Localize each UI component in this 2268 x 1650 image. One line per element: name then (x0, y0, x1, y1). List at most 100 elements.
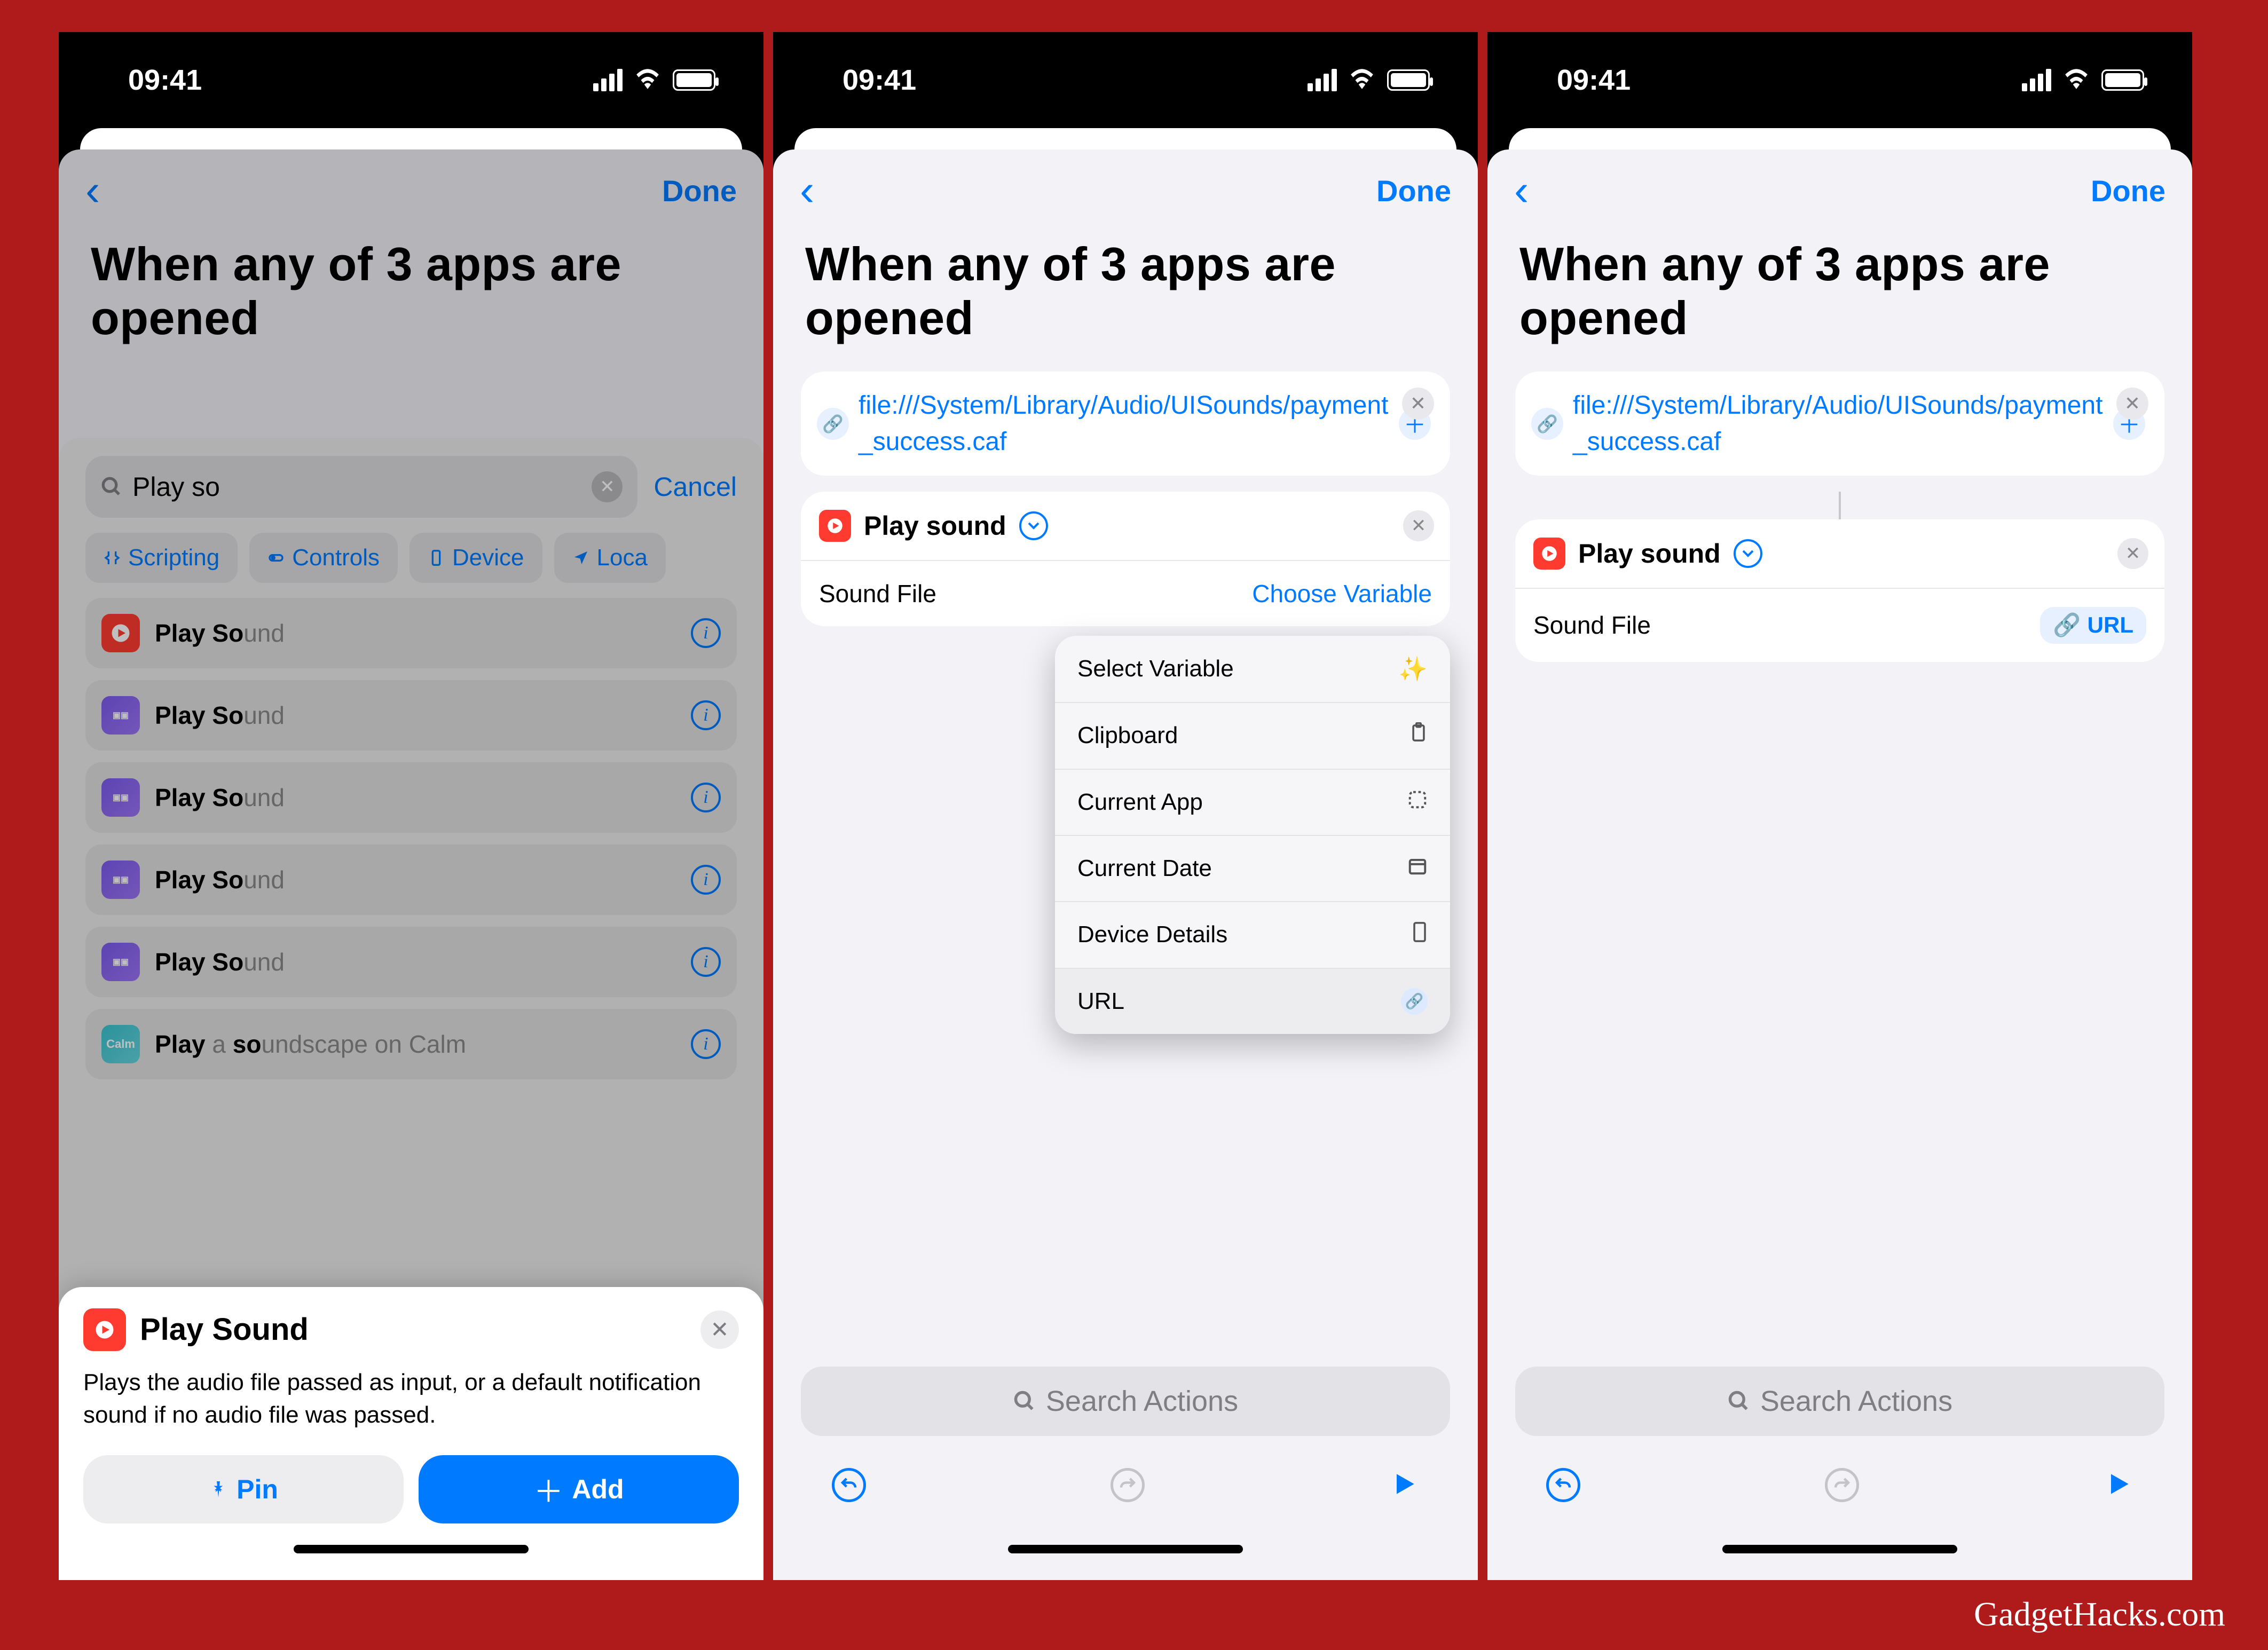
back-button[interactable]: ‹ (800, 165, 814, 216)
battery-icon (2101, 69, 2144, 91)
ctx-device-details[interactable]: Device Details (1055, 902, 1450, 969)
remove-action-icon[interactable]: ✕ (2117, 538, 2148, 569)
clear-search-icon[interactable]: ✕ (592, 471, 623, 502)
done-button[interactable]: Done (662, 173, 737, 208)
wand-icon: ✨ (1398, 655, 1428, 683)
info-icon[interactable]: i (691, 1029, 721, 1059)
watermark: GadgetHacks.com (1974, 1594, 2225, 1634)
redo-button[interactable] (1111, 1468, 1145, 1502)
pin-button[interactable]: Pin (83, 1455, 404, 1523)
param-label: Sound File (819, 579, 936, 608)
ctx-current-app[interactable]: Current App (1055, 770, 1450, 836)
url-action-card[interactable]: 🔗 file:///System/Library/Audio/UISounds/… (1515, 372, 2164, 475)
result-play-sound[interactable]: Play Sound i (85, 598, 737, 668)
search-text: Play so (132, 471, 220, 502)
calendar-icon (1407, 855, 1428, 882)
ctx-clipboard[interactable]: Clipboard (1055, 703, 1450, 770)
back-button[interactable]: ‹ (1514, 165, 1529, 216)
add-button[interactable]: ＋Add (419, 1455, 739, 1523)
remove-action-icon[interactable]: ✕ (1403, 510, 1434, 541)
clipboard-icon (1409, 722, 1428, 749)
remove-action-icon[interactable]: ✕ (1402, 388, 1434, 420)
undo-button[interactable] (832, 1468, 866, 1502)
play-sound-app-icon (83, 1308, 126, 1351)
app-icon: ▣▣ (101, 696, 140, 735)
home-indicator[interactable] (294, 1545, 529, 1553)
variable-context-menu: Select Variable✨ Clipboard Current App C… (1055, 636, 1450, 1034)
expand-icon[interactable] (1019, 511, 1048, 540)
remove-action-icon[interactable]: ✕ (2116, 388, 2148, 420)
url-action-card[interactable]: 🔗 file:///System/Library/Audio/UISounds/… (801, 372, 1450, 475)
redo-button[interactable] (1825, 1468, 1859, 1502)
url-text[interactable]: file:///System/Library/Audio/UISounds/pa… (1573, 388, 2104, 459)
url-variable-pill[interactable]: 🔗URL (2040, 607, 2146, 644)
result-play-sound-3[interactable]: ▣▣ Play Sound i (85, 762, 737, 833)
expand-icon[interactable] (1734, 539, 1762, 568)
cat-controls[interactable]: Controls (249, 533, 398, 583)
undo-button[interactable] (1546, 1468, 1580, 1502)
status-bar: 09:41 (59, 32, 763, 128)
popup-description: Plays the audio file passed as input, or… (83, 1366, 739, 1432)
search-actions-input[interactable]: Search Actions (801, 1367, 1450, 1436)
back-button[interactable]: ‹ (85, 165, 100, 216)
automation-sheet: ‹ Done When any of 3 apps are opened 🔗 f… (1487, 149, 2192, 1580)
run-button[interactable] (2104, 1469, 2133, 1502)
cat-device[interactable]: Device (410, 533, 542, 583)
result-label: Play Sound (155, 948, 285, 976)
cellular-icon (593, 69, 623, 91)
search-placeholder: Search Actions (1760, 1385, 1952, 1418)
done-button[interactable]: Done (1376, 173, 1451, 208)
info-icon[interactable]: i (691, 700, 721, 730)
play-sound-action-card[interactable]: Play sound ✕ Sound File 🔗URL (1515, 519, 2164, 662)
cellular-icon (2022, 69, 2051, 91)
run-button[interactable] (1389, 1469, 1419, 1502)
screenshot-1: 09:41 ‹ Done When any of 3 apps are open… (59, 32, 763, 1580)
screenshot-3: 09:41 ‹ Done When any of 3 apps are open… (1487, 32, 2192, 1580)
sound-file-row[interactable]: Sound File Choose Variable (801, 560, 1450, 626)
bottom-dock: Search Actions (1487, 1345, 2192, 1580)
result-label: Play Sound (155, 783, 285, 812)
category-chips: Scripting Controls Device Loca (59, 533, 763, 598)
result-label: Play Sound (155, 865, 285, 894)
popup-title: Play Sound (140, 1312, 309, 1347)
search-results: Play Sound i ▣▣ Play Sound i ▣▣ Play Sou… (59, 598, 763, 1079)
search-actions-input[interactable]: Search Actions (1515, 1367, 2164, 1436)
play-sound-action-card[interactable]: Play sound ✕ Sound File Choose Variable (801, 492, 1450, 626)
status-indicators (593, 64, 715, 97)
status-indicators (2022, 64, 2144, 97)
cancel-button[interactable]: Cancel (653, 471, 737, 502)
automation-title: When any of 3 apps are opened (59, 232, 763, 372)
result-play-sound-5[interactable]: ▣▣ Play Sound i (85, 927, 737, 997)
automation-sheet: ‹ Done When any of 3 apps are opened 🔗 f… (773, 149, 1478, 1580)
cat-location[interactable]: Loca (554, 533, 666, 583)
status-time: 09:41 (1557, 64, 1631, 97)
home-indicator[interactable] (1722, 1545, 1957, 1553)
status-time: 09:41 (842, 64, 916, 97)
play-sound-app-icon (101, 614, 140, 652)
ctx-url[interactable]: URL🔗 (1055, 969, 1450, 1034)
info-icon[interactable]: i (691, 618, 721, 648)
info-icon[interactable]: i (691, 947, 721, 977)
battery-icon (673, 69, 715, 91)
info-icon[interactable]: i (691, 865, 721, 895)
app-icon (1407, 789, 1428, 816)
cat-scripting[interactable]: Scripting (85, 533, 238, 583)
done-button[interactable]: Done (2091, 173, 2165, 208)
home-indicator[interactable] (1008, 1545, 1243, 1553)
result-play-sound-2[interactable]: ▣▣ Play Sound i (85, 680, 737, 751)
action-connector (1487, 492, 2192, 519)
result-label: Play a soundscape on Calm (155, 1030, 466, 1059)
result-calm[interactable]: Calm Play a soundscape on Calm i (85, 1009, 737, 1079)
wifi-icon (1349, 64, 1375, 97)
search-input[interactable]: Play so ✕ (85, 456, 637, 518)
url-text[interactable]: file:///System/Library/Audio/UISounds/pa… (859, 388, 1389, 459)
ctx-select-variable[interactable]: Select Variable✨ (1055, 636, 1450, 703)
wifi-icon (2063, 64, 2090, 97)
result-play-sound-4[interactable]: ▣▣ Play Sound i (85, 844, 737, 915)
link-icon: 🔗 (2053, 612, 2081, 638)
choose-variable-button[interactable]: Choose Variable (1252, 579, 1432, 608)
info-icon[interactable]: i (691, 783, 721, 812)
ctx-current-date[interactable]: Current Date (1055, 836, 1450, 902)
sound-file-row[interactable]: Sound File 🔗URL (1515, 588, 2164, 662)
close-icon[interactable]: ✕ (700, 1310, 739, 1349)
